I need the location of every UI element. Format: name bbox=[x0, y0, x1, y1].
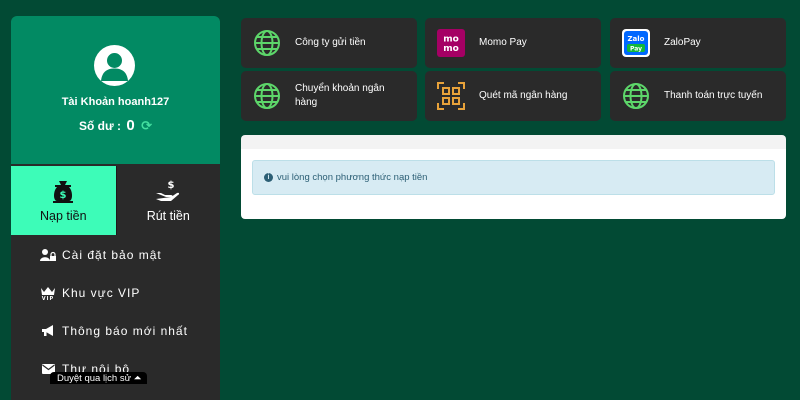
menu-item-notifications[interactable]: Thông báo mới nhất bbox=[11, 312, 220, 350]
avatar-icon bbox=[94, 45, 135, 86]
menu-item-security[interactable]: Cài đặt bảo mật bbox=[11, 236, 220, 274]
svg-text:Zalo: Zalo bbox=[627, 35, 644, 43]
svg-text:VIP: VIP bbox=[42, 296, 54, 300]
method-zalopay[interactable]: Zalo Pay ZaloPay bbox=[610, 18, 786, 68]
tab-deposit[interactable]: $ Nạp tiền bbox=[11, 166, 116, 235]
method-zalopay-label: ZaloPay bbox=[664, 37, 701, 48]
svg-text:$: $ bbox=[60, 190, 67, 201]
balance-value: 0 bbox=[126, 117, 135, 134]
zalopay-logo-icon: Zalo Pay bbox=[622, 29, 650, 57]
sidebar-menu: Cài đặt bảo mật VIP Khu vực VIP Thông bá… bbox=[11, 236, 220, 388]
account-sidebar: Tài Khoản hoanh127 Số dư : 0 ⟳ $ Nạp tiề… bbox=[11, 16, 220, 400]
transaction-tabs: $ Nạp tiền $ Rút tiền bbox=[11, 166, 220, 235]
user-lock-icon bbox=[40, 249, 56, 261]
menu-item-security-label: Cài đặt bảo mật bbox=[62, 248, 162, 262]
info-alert: i vui lòng chọn phương thức nạp tiền bbox=[252, 160, 775, 195]
account-name: Tài Khoản hoanh127 bbox=[61, 96, 170, 108]
menu-item-vip[interactable]: VIP Khu vực VIP bbox=[11, 274, 220, 312]
payment-methods: Công ty gửi tiền mo mo Momo Pay Zalo Pay… bbox=[241, 18, 786, 121]
svg-text:$: $ bbox=[168, 180, 175, 191]
tab-withdraw-label: Rút tiền bbox=[146, 208, 190, 223]
megaphone-icon bbox=[40, 325, 56, 337]
tab-withdraw[interactable]: $ Rút tiền bbox=[115, 166, 220, 235]
momo-logo-icon: mo mo bbox=[437, 29, 465, 57]
method-bank-transfer[interactable]: Chuyển khoản ngân hàng bbox=[241, 71, 417, 121]
method-online-payment[interactable]: Thanh toán trực tuyến bbox=[610, 71, 786, 121]
hand-dollar-icon: $ bbox=[155, 179, 181, 203]
balance-line: Số dư : 0 ⟳ bbox=[11, 117, 220, 134]
vip-crown-icon: VIP bbox=[40, 286, 56, 300]
menu-item-vip-label: Khu vực VIP bbox=[62, 286, 141, 300]
method-bank-qr-label: Quét mã ngân hàng bbox=[479, 90, 568, 101]
svg-text:mo: mo bbox=[443, 44, 459, 54]
svg-text:mo: mo bbox=[443, 35, 459, 45]
globe-icon bbox=[253, 82, 281, 110]
refresh-icon[interactable]: ⟳ bbox=[141, 118, 152, 133]
tab-deposit-label: Nạp tiền bbox=[39, 208, 87, 223]
method-online-payment-label: Thanh toán trực tuyến bbox=[664, 90, 763, 101]
info-alert-text: vui lòng chọn phương thức nạp tiền bbox=[277, 172, 428, 183]
svg-text:Pay: Pay bbox=[630, 46, 642, 53]
method-bank-transfer-label: Chuyển khoản ngân hàng bbox=[295, 83, 385, 108]
method-bank-qr[interactable]: Quét mã ngân hàng bbox=[425, 71, 601, 121]
deposit-content-panel: i vui lòng chọn phương thức nạp tiền bbox=[241, 135, 786, 219]
qr-scan-icon bbox=[437, 82, 465, 110]
history-link[interactable]: Duyệt qua lịch sử ⏶ bbox=[50, 372, 148, 384]
balance-label: Số dư : bbox=[79, 119, 122, 133]
method-company-deposit[interactable]: Công ty gửi tiền bbox=[241, 18, 417, 68]
globe-icon bbox=[253, 29, 281, 57]
method-momo-pay[interactable]: mo mo Momo Pay bbox=[425, 18, 601, 68]
money-bag-icon: $ bbox=[52, 179, 74, 203]
globe-icon bbox=[622, 82, 650, 110]
info-circle-icon: i bbox=[264, 173, 273, 182]
profile-card: Tài Khoản hoanh127 Số dư : 0 ⟳ bbox=[11, 16, 220, 164]
method-momo-pay-label: Momo Pay bbox=[479, 37, 527, 48]
menu-item-notifications-label: Thông báo mới nhất bbox=[62, 324, 188, 338]
method-company-deposit-label: Công ty gửi tiền bbox=[295, 37, 366, 48]
